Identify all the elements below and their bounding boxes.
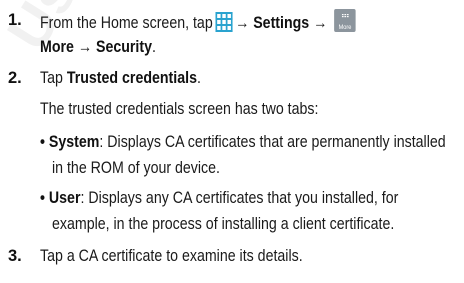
arrow-icon: → bbox=[235, 14, 250, 32]
step-1-text: From the Home screen, tap bbox=[40, 14, 213, 32]
step-2-intro: The trusted credentials screen has two t… bbox=[40, 100, 319, 118]
bullet-system-line-1: • System: Displays CA certificates that … bbox=[40, 133, 446, 151]
settings-label: Settings bbox=[253, 14, 310, 32]
bullet-system-line-2: in the ROM of your device. bbox=[52, 159, 220, 177]
arrow-icon: → bbox=[77, 38, 93, 56]
step-3-text: Tap a CA certificate to examine its deta… bbox=[40, 247, 303, 265]
apps-grid-icon bbox=[215, 12, 233, 32]
system-term: System bbox=[48, 133, 100, 151]
bullet-dot: • bbox=[40, 189, 45, 207]
bullet-user-line-1: • User: Displays any CA certificates tha… bbox=[40, 189, 399, 207]
step-3-number: 3. bbox=[8, 247, 22, 265]
arrow-icon: → bbox=[313, 14, 328, 32]
bullet-dot: • bbox=[40, 133, 45, 151]
manual-page: Use 1. From the Home screen, tap → Setti… bbox=[0, 0, 464, 283]
step-2-number: 2. bbox=[8, 69, 22, 87]
step-1-line-1: From the Home screen, tap → Settings → M… bbox=[40, 9, 356, 34]
user-term: User bbox=[48, 189, 81, 207]
more-icon-label: More bbox=[338, 24, 352, 31]
step-1-line-2: More → Security. bbox=[40, 38, 156, 56]
more-label: More bbox=[40, 38, 74, 56]
more-icon: More bbox=[334, 9, 356, 32]
security-label: Security bbox=[95, 38, 153, 56]
bullet-user-line-2: example, in the process of installing a … bbox=[52, 215, 395, 233]
trusted-credentials-label: Trusted credentials bbox=[66, 69, 197, 87]
more-grip-icon bbox=[341, 14, 349, 18]
step-1-number: 1. bbox=[8, 11, 22, 29]
step-2-line-1: Tap Trusted credentials. bbox=[40, 69, 201, 87]
